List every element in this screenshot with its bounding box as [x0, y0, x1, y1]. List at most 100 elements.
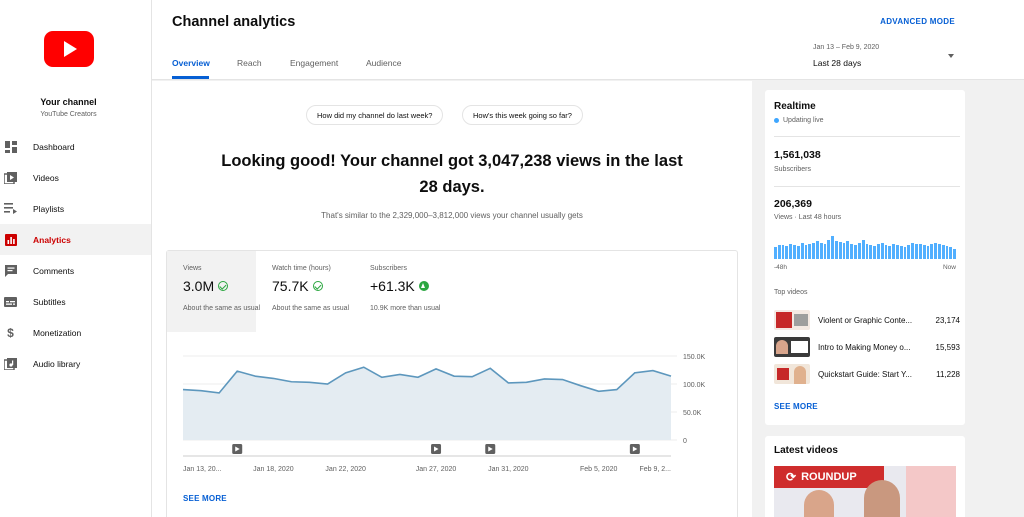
sidebar-item-label: Dashboard: [33, 141, 75, 152]
realtime-bar: [804, 245, 808, 259]
realtime-bar: [876, 244, 880, 259]
top-video-row[interactable]: Quickstart Guide: Start Y... 11,228: [774, 364, 960, 384]
realtime-bar: [789, 244, 793, 259]
realtime-bar: [808, 244, 812, 259]
video-views: 23,174: [935, 315, 960, 325]
realtime-bar: [945, 246, 949, 259]
top-video-row[interactable]: Intro to Making Money o... 15,593: [774, 337, 960, 357]
x-tick-label: Jan 27, 2020: [416, 466, 457, 473]
sidebar-item-monetization[interactable]: $ Monetization: [0, 317, 151, 348]
y-tick-label: 150.0K: [683, 354, 706, 361]
refresh-icon: ⟳: [786, 470, 797, 484]
realtime-bar: [896, 245, 899, 259]
presenter-image: [804, 490, 834, 517]
videos-icon: [4, 171, 17, 184]
analytics-icon: [4, 233, 17, 246]
y-tick-label: 100.0K: [683, 382, 706, 389]
sidebar-item-label: Monetization: [33, 327, 82, 338]
active-tab-indicator: [172, 76, 209, 79]
date-range-label[interactable]: Last 28 days: [813, 58, 861, 68]
tab-overview[interactable]: Overview: [172, 58, 210, 68]
sidebar-item-comments[interactable]: Comments: [0, 255, 151, 286]
realtime-bar: [915, 244, 918, 259]
video-marker-icon[interactable]: [485, 444, 496, 454]
playlists-icon: [4, 203, 17, 215]
x-tick-label: Feb 9, 2...: [639, 466, 671, 473]
realtime-bar: [777, 245, 781, 259]
metrics-card: Views 3.0M About the same as usual Watch…: [166, 250, 738, 517]
video-marker-icon[interactable]: [629, 444, 640, 454]
youtube-logo-icon[interactable]: [44, 31, 94, 67]
subtitles-icon: [4, 296, 17, 308]
top-video-row[interactable]: Violent or Graphic Conte... 23,174: [774, 310, 960, 330]
dollar-icon: $: [7, 325, 14, 340]
video-thumbnail: [774, 364, 810, 384]
sidebar-item-audio-library[interactable]: Audio library: [0, 348, 151, 379]
tab-reach[interactable]: Reach: [237, 58, 262, 68]
top-videos-title: Top videos: [774, 289, 808, 296]
sidebar-item-subtitles[interactable]: Subtitles: [0, 286, 151, 317]
realtime-bar: [865, 244, 869, 259]
audio-library-icon: [4, 357, 17, 370]
realtime-bar: [796, 246, 800, 259]
realtime-bar: [857, 243, 861, 259]
video-title: Violent or Graphic Conte...: [818, 315, 913, 325]
chevron-down-icon[interactable]: [948, 54, 954, 58]
realtime-bar: [854, 245, 857, 259]
see-more-button[interactable]: SEE MORE: [183, 494, 227, 503]
video-marker-icon[interactable]: [232, 444, 243, 454]
video-title: Intro to Making Money o...: [818, 342, 911, 352]
page-title: Channel analytics: [172, 14, 296, 30]
realtime-see-more-button[interactable]: SEE MORE: [774, 402, 818, 411]
realtime-bar: [907, 245, 911, 259]
sidebar-item-dashboard[interactable]: Dashboard: [0, 131, 151, 162]
channel-subtitle: YouTube Creators: [40, 111, 97, 118]
page-header: Channel analytics ADVANCED MODE Overview…: [152, 0, 1024, 80]
realtime-bar: [873, 246, 876, 259]
sidebar-item-label: Videos: [33, 172, 59, 183]
realtime-bar-chart[interactable]: [774, 236, 956, 259]
channel-name[interactable]: Your channel: [0, 97, 137, 107]
series-area: [183, 367, 671, 440]
realtime-bar: [827, 240, 831, 259]
realtime-bar: [850, 244, 854, 259]
sidebar-item-label: Subtitles: [33, 296, 66, 307]
realtime-bar: [888, 246, 892, 259]
sidebar-item-label: Analytics: [33, 234, 71, 245]
sidebar-item-playlists[interactable]: Playlists: [0, 193, 151, 224]
divider: [774, 136, 960, 137]
overview-panel: How did my channel do last week? How's t…: [152, 81, 752, 517]
video-thumbnail: [774, 310, 810, 330]
tab-engagement[interactable]: Engagement: [290, 58, 338, 68]
realtime-bar: [812, 243, 815, 259]
latest-videos-card: Latest videos ⟳ ROUNDUP: [765, 436, 965, 517]
sidebar: Your channel YouTube Creators Dashboard …: [0, 0, 152, 517]
views-count-label: Views · Last 48 hours: [774, 214, 842, 221]
sidebar-item-label: Comments: [33, 265, 75, 276]
video-marker-icon[interactable]: [431, 444, 442, 454]
question-chip-last-week[interactable]: How did my channel do last week?: [306, 105, 444, 125]
views-chart[interactable]: 150.0K 100.0K 50.0K 0 Jan 13, 20... Jan 18, 2…: [167, 251, 739, 517]
realtime-bar: [903, 247, 907, 259]
latest-video-thumbnail[interactable]: ⟳ ROUNDUP: [774, 466, 956, 517]
realtime-bar: [785, 246, 789, 259]
realtime-title: Realtime: [774, 101, 816, 112]
y-tick-label: 50.0K: [683, 410, 702, 417]
video-title: Quickstart Guide: Start Y...: [818, 369, 912, 379]
live-status: Updating live: [774, 117, 823, 124]
x-tick-label: Jan 13, 20...: [183, 466, 222, 473]
sidebar-item-videos[interactable]: Videos: [0, 162, 151, 193]
date-range-text[interactable]: Jan 13 – Feb 9, 2020: [813, 44, 879, 51]
divider: [774, 186, 960, 187]
realtime-bar: [842, 243, 846, 259]
sidebar-item-analytics[interactable]: Analytics: [0, 224, 151, 255]
realtime-bar: [922, 245, 926, 259]
x-tick-label: Feb 5, 2020: [580, 466, 617, 473]
realtime-bar: [941, 245, 945, 259]
advanced-mode-button[interactable]: ADVANCED MODE: [880, 17, 955, 26]
tab-audience[interactable]: Audience: [366, 58, 401, 68]
video-views: 15,593: [935, 342, 960, 352]
realtime-bar: [819, 243, 823, 259]
axis-label-start: -48h: [774, 264, 788, 271]
question-chip-this-week[interactable]: How's this week going so far?: [462, 105, 583, 125]
